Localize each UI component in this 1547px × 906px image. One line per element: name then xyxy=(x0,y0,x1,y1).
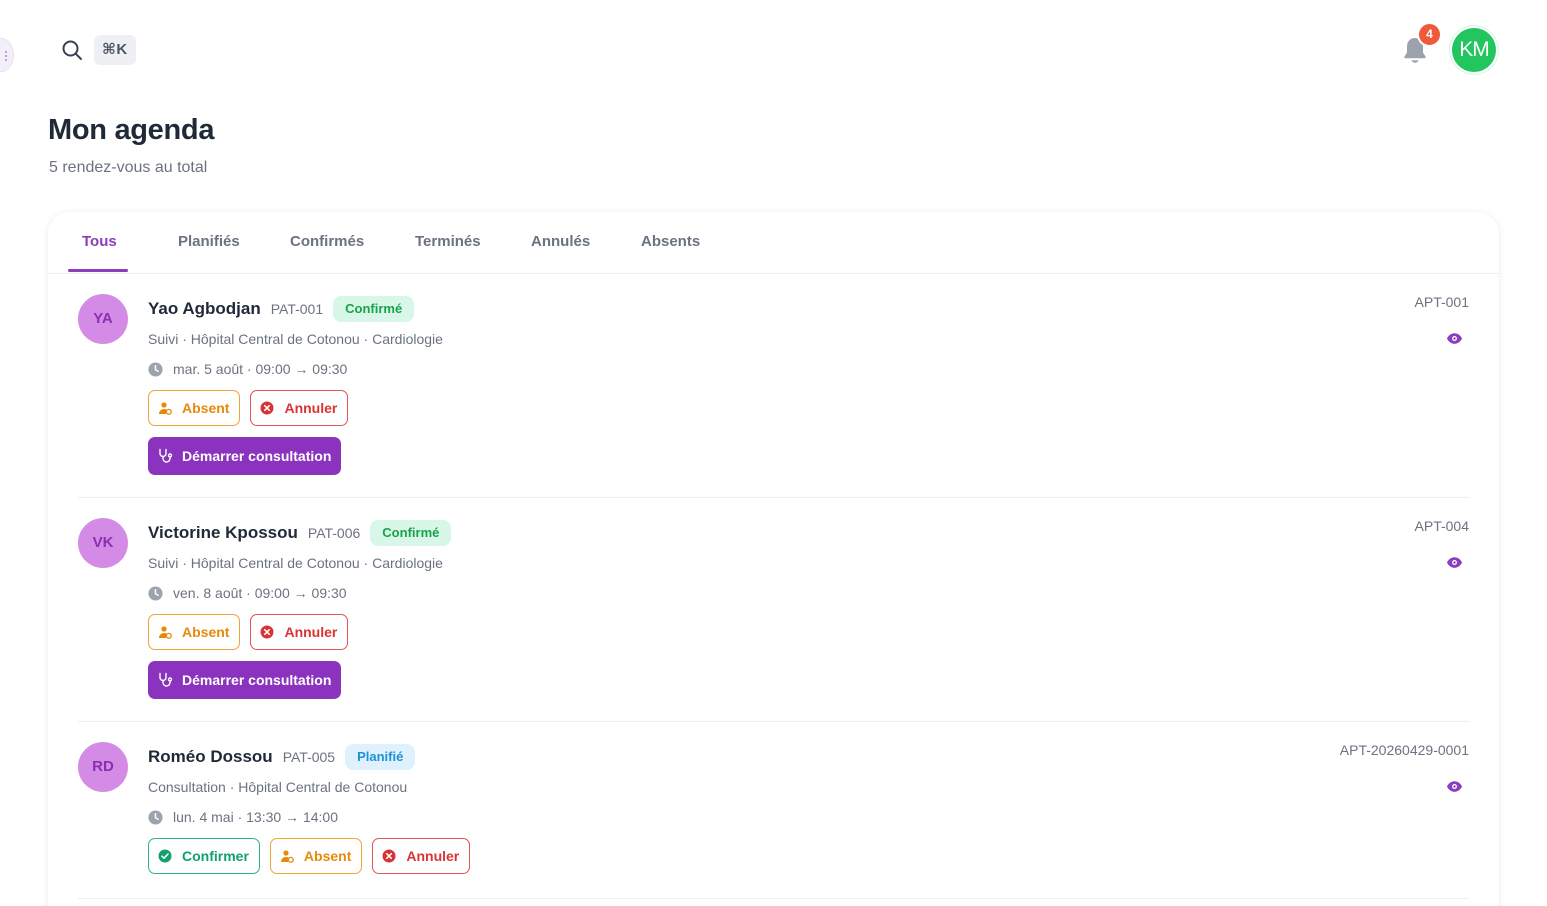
tab-absent[interactable]: Absents xyxy=(641,233,700,250)
patient-name[interactable]: Victorine Kpossou xyxy=(148,523,298,543)
appointment-datetime: ven. 8 août · 09:00 → 09:30 xyxy=(173,585,347,601)
appointment-details: Consultation · Hôpital Central de Cotono… xyxy=(148,779,408,795)
mark-absent-button[interactable]: Absent xyxy=(269,838,363,874)
stethoscope-icon xyxy=(159,448,173,463)
start-consultation-button[interactable]: Démarrer consultation xyxy=(148,661,342,699)
status-tabs: Tous Planifiés Confirmés Terminés Annulé… xyxy=(48,212,1499,274)
patient-id: PAT-001 xyxy=(270,301,324,317)
eye-icon[interactable] xyxy=(1446,778,1463,795)
mark-absent-button[interactable]: Absent xyxy=(148,614,241,650)
appointment-reference: APT-001 xyxy=(1414,294,1469,310)
cancel-circle-icon xyxy=(260,401,274,415)
tab-cancelled[interactable]: Annulés xyxy=(531,233,590,250)
user-absent-icon xyxy=(159,402,172,415)
tab-all[interactable]: Tous xyxy=(82,233,117,250)
tab-confirmed[interactable]: Confirmés xyxy=(290,233,364,250)
cancel-appointment-label: Annuler xyxy=(284,400,338,416)
start-consultation-label: Démarrer consultation xyxy=(182,672,332,688)
page-title: Mon agenda xyxy=(48,114,215,146)
clock-icon xyxy=(148,809,163,825)
active-tab-indicator xyxy=(68,269,128,272)
mark-absent-label: Absent xyxy=(182,624,230,640)
page-subtitle: 5 rendez-vous au total xyxy=(49,159,208,176)
mark-absent-label: Absent xyxy=(182,400,230,416)
cancel-appointment-label: Annuler xyxy=(406,848,460,864)
status-badge: Planifié xyxy=(345,744,416,770)
tab-completed[interactable]: Terminés xyxy=(415,233,481,250)
mark-absent-label: Absent xyxy=(303,848,352,864)
cancel-appointment-button[interactable]: Annuler xyxy=(250,614,349,650)
top-bar: ⌘K 4 KM xyxy=(0,0,1547,100)
cancel-circle-icon xyxy=(382,849,396,863)
patient-avatar: YA xyxy=(78,294,128,344)
patient-name[interactable]: Roméo Dossou xyxy=(148,747,273,767)
eye-icon[interactable] xyxy=(1446,554,1463,571)
user-absent-icon xyxy=(280,850,294,863)
patient-avatar: RD xyxy=(78,742,128,792)
stethoscope-icon xyxy=(159,672,173,687)
confirm-appointment-button[interactable]: Confirmer xyxy=(148,838,260,874)
eye-icon[interactable] xyxy=(1446,330,1463,347)
status-badge: Confirmé xyxy=(333,296,415,322)
user-absent-icon xyxy=(159,626,172,639)
start-consultation-button[interactable]: Démarrer consultation xyxy=(148,437,342,475)
patient-name[interactable]: Yao Agbodjan xyxy=(148,299,261,319)
appointment-details: Suivi · Hôpital Central de Cotonou · Car… xyxy=(148,331,443,347)
appointment-reference: APT-004 xyxy=(1414,518,1469,534)
tab-planned[interactable]: Planifiés xyxy=(178,233,240,250)
mark-absent-button[interactable]: Absent xyxy=(148,390,241,426)
check-circle-icon xyxy=(158,849,172,863)
confirm-appointment-label: Confirmer xyxy=(182,848,249,864)
appointment-datetime: mar. 5 août · 09:00 → 09:30 xyxy=(173,361,348,377)
divider xyxy=(78,898,1469,899)
cancel-circle-icon xyxy=(260,625,274,639)
cancel-appointment-label: Annuler xyxy=(284,624,338,640)
cancel-appointment-button[interactable]: Annuler xyxy=(250,390,349,426)
patient-id: PAT-005 xyxy=(282,749,336,765)
divider xyxy=(78,497,1469,498)
search-shortcut-hint: ⌘K xyxy=(94,35,136,65)
appointment-reference: APT-20260429-0001 xyxy=(1339,742,1469,758)
appointment-details: Suivi · Hôpital Central de Cotonou · Car… xyxy=(148,555,443,571)
clock-icon xyxy=(148,361,163,377)
user-avatar[interactable]: KM xyxy=(1452,28,1496,72)
divider xyxy=(78,721,1469,722)
appointments-card: Tous Planifiés Confirmés Terminés Annulé… xyxy=(48,212,1499,906)
clock-icon xyxy=(148,585,163,601)
start-consultation-label: Démarrer consultation xyxy=(182,448,332,464)
status-badge: Confirmé xyxy=(370,520,452,546)
search-icon[interactable] xyxy=(60,38,84,62)
appointment-datetime: lun. 4 mai · 13:30 → 14:00 xyxy=(173,809,338,825)
cancel-appointment-button[interactable]: Annuler xyxy=(372,838,471,874)
patient-id: PAT-006 xyxy=(307,525,361,541)
notification-count-badge: 4 xyxy=(1417,22,1442,47)
patient-avatar: VK xyxy=(78,518,128,568)
